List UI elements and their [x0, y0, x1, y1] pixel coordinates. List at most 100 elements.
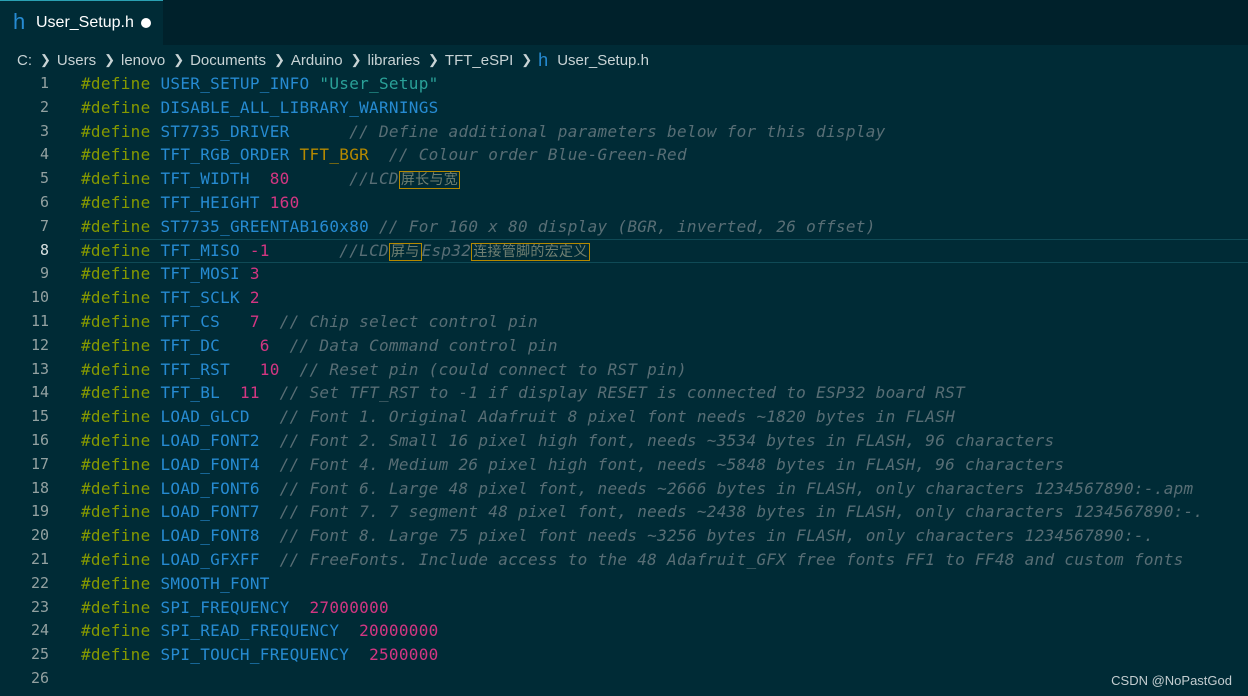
code-line[interactable]: 12 #define TFT_DC 6 // Data Command contr…: [0, 334, 1248, 358]
line-number: 18: [30, 478, 49, 497]
code-text[interactable]: #define TFT_RST 10 // Reset pin (could c…: [81, 359, 687, 381]
code-text[interactable]: #define TFT_SCLK 2: [81, 287, 260, 309]
code-text[interactable]: #define SPI_FREQUENCY 27000000: [81, 597, 389, 619]
code-text[interactable]: #define TFT_BL 11 // Set TFT_RST to -1 i…: [81, 382, 965, 404]
code-text[interactable]: #define SPI_TOUCH_FREQUENCY 2500000: [81, 644, 439, 666]
code-line[interactable]: 15 #define LOAD_GLCD // Font 1. Original …: [0, 405, 1248, 429]
code-line[interactable]: 23 #define SPI_FREQUENCY 27000000: [0, 596, 1248, 620]
number-literal: 6: [259, 335, 270, 355]
breadcrumb-item[interactable]: Users: [57, 52, 96, 69]
code-text[interactable]: #define TFT_DC 6 // Data Command control…: [81, 335, 558, 357]
breadcrumb-item[interactable]: lenovo: [121, 52, 165, 69]
constant-value: TFT_BGR: [299, 145, 370, 165]
code-text[interactable]: #define LOAD_FONT8 // Font 8. Large 75 p…: [81, 525, 1154, 547]
code-line[interactable]: 21 #define LOAD_GFXFF // FreeFonts. Inclu…: [0, 548, 1248, 572]
breadcrumb-item[interactable]: Documents: [190, 52, 266, 69]
comment-text: //LCD: [269, 240, 389, 260]
code-line[interactable]: 4 #define TFT_RGB_ORDER TFT_BGR // Colour…: [0, 143, 1248, 167]
code-text[interactable]: #define TFT_HEIGHT 160: [81, 192, 300, 214]
c-header-file-icon: h: [538, 49, 549, 70]
line-number: 10: [30, 288, 49, 307]
code-line[interactable]: 22 #define SMOOTH_FONT: [0, 572, 1248, 596]
line-number: 22: [30, 573, 49, 592]
code-text[interactable]: #define LOAD_FONT2 // Font 2. Small 16 p…: [81, 430, 1054, 452]
tab-user-setup[interactable]: h User_Setup.h: [0, 0, 163, 45]
code-text[interactable]: #define LOAD_FONT4 // Font 4. Medium 26 …: [81, 454, 1064, 476]
macro-name: DISABLE_ALL_LIBRARY_WARNINGS: [160, 97, 439, 117]
code-text[interactable]: #define TFT_MOSI 3: [81, 263, 260, 285]
number-literal: 20000000: [359, 621, 439, 641]
macro-name: TFT_MOSI: [160, 264, 250, 284]
code-text[interactable]: #define USER_SETUP_INFO "User_Setup": [81, 73, 439, 95]
line-number: 5: [39, 169, 49, 188]
code-text[interactable]: #define ST7735_DRIVER // Define addition…: [81, 121, 886, 143]
code-line[interactable]: 18 #define LOAD_FONT6 // Font 6. Large 48…: [0, 477, 1248, 501]
number-literal: 160: [269, 193, 300, 212]
code-text[interactable]: #define ST7735_GREENTAB160x80 // For 160…: [81, 216, 876, 238]
preprocessor-keyword: #define: [81, 97, 161, 117]
code-line[interactable]: 8 #define TFT_MISO -1 //LCD 屏与 Esp32 连接管脚的宏定…: [0, 238, 1248, 263]
breadcrumb-file[interactable]: User_Setup.h: [557, 52, 649, 69]
macro-name: LOAD_GLCD: [160, 407, 280, 427]
code-line[interactable]: 5 #define TFT_WIDTH 80 //LCD 屏长与宽: [0, 167, 1248, 191]
code-line[interactable]: 2 #define DISABLE_ALL_LIBRARY_WARNINGS: [0, 96, 1248, 120]
macro-name: LOAD_FONT2: [160, 431, 280, 450]
code-line[interactable]: 1 #define USER_SETUP_INFO "User_Setup": [0, 72, 1248, 96]
code-line[interactable]: 10 #define TFT_SCLK 2: [0, 286, 1248, 310]
macro-name: LOAD_FONT6: [160, 478, 280, 498]
comment-text: // Chip select control pin: [259, 312, 538, 331]
code-line[interactable]: 14 #define TFT_BL 11 // Set TFT_RST to -1…: [0, 381, 1248, 405]
code-text[interactable]: #define TFT_WIDTH 80 //LCD 屏长与宽: [81, 168, 461, 191]
code-line[interactable]: 9 #define TFT_MOSI 3: [0, 262, 1248, 286]
preprocessor-keyword: #define: [81, 407, 161, 427]
code-text[interactable]: #define SMOOTH_FONT: [81, 573, 270, 595]
macro-name: SPI_READ_FREQUENCY: [160, 621, 360, 641]
code-text[interactable]: #define TFT_MISO -1 //LCD 屏与 Esp32 连接管脚的宏定义: [81, 240, 590, 263]
code-line[interactable]: 25 #define SPI_TOUCH_FREQUENCY 2500000: [0, 643, 1248, 667]
code-line[interactable]: 20 #define LOAD_FONT8 // Font 8. Large 75…: [0, 524, 1248, 548]
number-literal: -1: [249, 240, 270, 260]
tab-title: User_Setup.h: [36, 14, 134, 31]
breadcrumb-item[interactable]: C:: [17, 52, 32, 69]
code-line[interactable]: 3 #define ST7735_DRIVER // Define additio…: [0, 120, 1248, 144]
breadcrumb-item[interactable]: libraries: [367, 52, 420, 69]
code-line[interactable]: 26: [0, 667, 1248, 691]
code-text[interactable]: #define SPI_READ_FREQUENCY 20000000: [81, 620, 439, 642]
code-line[interactable]: 16 #define LOAD_FONT2 // Font 2. Small 16…: [0, 429, 1248, 453]
line-number: 19: [30, 502, 49, 521]
comment-text: Esp32: [421, 240, 472, 260]
macro-name: TFT_WIDTH: [160, 169, 270, 189]
number-literal: 3: [249, 264, 260, 284]
macro-name: TFT_RGB_ORDER: [160, 145, 300, 165]
chevron-right-icon: ❯: [104, 52, 115, 67]
chevron-right-icon: ❯: [350, 52, 362, 67]
preprocessor-keyword: #define: [81, 193, 161, 212]
code-text[interactable]: #define TFT_RGB_ORDER TFT_BGR // Colour …: [81, 144, 687, 166]
code-line[interactable]: 11 #define TFT_CS 7 // Chip select contro…: [0, 310, 1248, 334]
line-number: 26: [30, 669, 49, 687]
code-line[interactable]: 17 #define LOAD_FONT4 // Font 4. Medium 2…: [0, 453, 1248, 477]
code-line[interactable]: 24 #define SPI_READ_FREQUENCY 20000000: [0, 619, 1248, 643]
code-text[interactable]: #define LOAD_FONT6 // Font 6. Large 48 p…: [81, 478, 1194, 500]
code-line[interactable]: 13 #define TFT_RST 10 // Reset pin (could…: [0, 358, 1248, 382]
code-text[interactable]: #define LOAD_GFXFF // FreeFonts. Include…: [81, 549, 1184, 571]
comment-text: // Font 1. Original Adafruit 8 pixel fon…: [279, 407, 956, 427]
preprocessor-keyword: #define: [81, 573, 161, 593]
line-number: 11: [30, 312, 49, 330]
macro-name: ST7735_DRIVER: [160, 121, 350, 141]
macro-name: TFT_SCLK: [160, 288, 250, 308]
code-line[interactable]: 7 #define ST7735_GREENTAB160x80 // For 16…: [0, 215, 1248, 239]
code-text[interactable]: #define LOAD_GLCD // Font 1. Original Ad…: [81, 406, 955, 428]
code-text[interactable]: #define LOAD_FONT7 // Font 7. 7 segment …: [81, 501, 1203, 523]
macro-name: TFT_RST: [160, 359, 260, 379]
breadcrumb-item[interactable]: Arduino: [291, 52, 343, 69]
code-line[interactable]: 6 #define TFT_HEIGHT 160: [0, 191, 1248, 215]
code-line[interactable]: 19 #define LOAD_FONT7 // Font 7. 7 segmen…: [0, 500, 1248, 524]
line-number: 7: [39, 216, 49, 235]
macro-name: SPI_TOUCH_FREQUENCY: [160, 645, 370, 665]
code-text[interactable]: #define TFT_CS 7 // Chip select control …: [81, 311, 538, 333]
macro-name: LOAD_GFXFF: [160, 550, 280, 569]
breadcrumb-item[interactable]: TFT_eSPI: [445, 52, 513, 69]
code-text[interactable]: #define DISABLE_ALL_LIBRARY_WARNINGS: [81, 97, 439, 119]
unsaved-dot-icon[interactable]: [141, 18, 151, 28]
